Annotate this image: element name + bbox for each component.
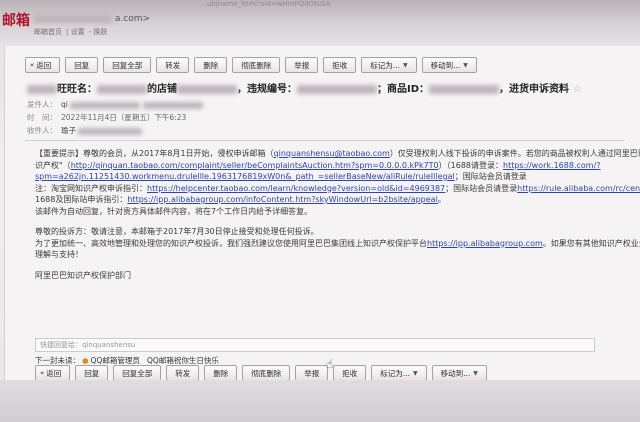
complaint-url-link[interactable]: http://qinquan.taobao.com/complaint/sell… [71,161,439,170]
blurred-text [27,84,57,94]
blurred-text [142,101,203,109]
chevron-down-icon: ▼ [463,61,468,69]
delete-button[interactable]: 删除 [194,57,228,73]
body-line: spm=a262jn.11251430.workmenu.druleIlle.1… [35,172,527,181]
move-to-dropdown[interactable]: 移动到... ▼ [431,365,487,381]
report-button[interactable]: 举报 [295,365,329,381]
delete-button[interactable]: 删除 [204,365,238,381]
delete-permanently-button[interactable]: 彻底删除 [242,365,291,381]
hand-cursor-icon: ☝ [326,357,334,371]
work-1688-link[interactable]: https://work.1688.com/? [503,161,601,170]
forward-button[interactable]: 转发 [156,57,190,73]
mail-header: 旺旺名： 的店铺 ，违规编号： ；商品ID： ，进货申诉资料 ☆ 发件人： qi 时 间： 2… [27,82,627,137]
mailbox-address-suffix: a.com> [114,14,151,24]
blurred-text [97,84,147,94]
complaint-email-link[interactable]: qinquanshensu@taobao.com [274,149,390,158]
reply-button[interactable]: 回复 [75,365,109,381]
blurred-text [177,84,237,94]
body-line: 1688及国际站申诉指引：https://ipp.alibabagroup.co… [35,195,446,204]
time-row: 时 间： 2022年11月4日（星期五）下午6:23 [27,113,187,122]
user-links: 邮箱首页 | 设置 - 换肤 [34,28,108,36]
blurred-address [34,14,112,23]
mail-read-panel: «返回 回复 回复全部 转发 删除 彻底删除 举报 拒收 标记为... ▼ 移动到… [4,46,640,422]
mail-body: 【重要提示】尊敬的会员，从2017年8月1日开始，侵权申诉邮箱（qinquans… [35,148,640,281]
mail-subject: 旺旺名： 的店铺 ，违规编号： ；商品ID： ，进货申诉资料 ☆ [27,82,627,98]
quick-reply-input[interactable]: 快捷回复给：qinquanshensu [35,338,595,352]
chevron-down-icon: ▼ [473,369,478,377]
reply-button[interactable]: 回复 [65,57,99,73]
body-line: 注：淘宝网知识产权申诉指引：https://helpcenter.taobao.… [35,183,640,193]
blurred-text [297,84,377,94]
app-header: 邮箱 a.com> …ubjname_html?sid=wHmPQd0YuSA … [0,0,640,44]
blurred-text [429,84,500,94]
recipient-name[interactable]: 瑜子 [61,126,76,135]
sender-name[interactable]: qi [61,100,68,109]
body-line: 理解与支持！ [35,250,83,259]
move-to-dropdown[interactable]: 移动到... ▼ [421,57,477,73]
recipient-row: 收件人： 瑜子 [27,124,627,137]
delete-permanently-button[interactable]: 彻底删除 [232,57,281,73]
star-icon[interactable]: ☆ [573,84,582,95]
mailbox-address: a.com> [34,14,150,24]
link-skin[interactable]: 换肤 [93,28,107,36]
reject-button[interactable]: 拒收 [323,57,357,73]
alibaba-rule-link[interactable]: https://rule.alibaba.com/rc/cen [517,184,640,193]
helpcenter-link[interactable]: https://helpcenter.taobao.com/learn/know… [147,184,445,193]
body-line: 【重要提示】尊敬的会员，从2017年8月1日开始，侵权申诉邮箱（qinquans… [35,149,640,158]
mail-toolbar-top: «返回 回复 回复全部 转发 删除 彻底删除 举报 拒收 标记为... ▼ 移动到… [25,56,477,74]
ipp-appeal-link[interactable]: https://ipp.alibabagroup.com/infoContent… [127,195,437,204]
mail-time: 2022年11月4日（星期五）下午6:23 [61,113,187,122]
body-line: 识产权"（http://qinquan.taobao.com/complaint… [35,160,601,170]
chevron-down-icon: ▼ [402,61,408,69]
forward-button[interactable]: 转发 [166,365,200,381]
report-button[interactable]: 举报 [285,57,319,73]
body-line: 为了更加统一、高效地管理和处理您的知识产权投诉，我们强烈建议您使用阿里巴巴集团线… [35,238,640,248]
chevron-down-icon: ▼ [412,369,418,377]
rule-illegal-link[interactable]: spm=a262jn.11251430.workmenu.druleIlle.1… [35,172,455,181]
link-settings[interactable]: 设置 [71,28,85,36]
back-button[interactable]: «返回 [35,365,71,381]
blurred-text [70,101,141,109]
mail-logo: 邮箱 [2,13,30,29]
body-line: 该邮件为自动回复，针对贵方具体邮件内容，将在7个工作日内给予详细答复。 [35,206,313,216]
link-mailbox-home[interactable]: 邮箱首页 [34,28,62,36]
page-footer-area [0,380,640,422]
screen: 邮箱 a.com> …ubjname_html?sid=wHmPQd0YuSA … [0,0,640,422]
reply-all-button[interactable]: 回复全部 [113,365,162,381]
signature: 阿里巴巴知识产权保护部门 [35,270,131,280]
reply-all-button[interactable]: 回复全部 [103,57,152,73]
reject-button[interactable]: 拒收 [333,365,367,381]
back-arrow-icon: « [40,369,45,377]
address-bar-fragment: …ubjname_html?sid=wHmPQd0YuSA [200,0,331,8]
sender-row: 发件人： qi [27,98,627,111]
back-arrow-icon: « [30,61,35,69]
mark-as-dropdown[interactable]: 标记为... ▼ [361,57,417,73]
ipp-platform-link[interactable]: https://ipp.alibabagroup.com [427,239,543,248]
body-line: 尊敬的投诉方：敬请注意，本邮箱于2017年7月30日停止接受和处理任何投诉。 [35,227,319,236]
back-button[interactable]: «返回 [25,57,61,73]
blurred-text [78,127,143,135]
mark-as-dropdown[interactable]: 标记为... ▼ [371,365,427,381]
header-divider [25,140,625,141]
